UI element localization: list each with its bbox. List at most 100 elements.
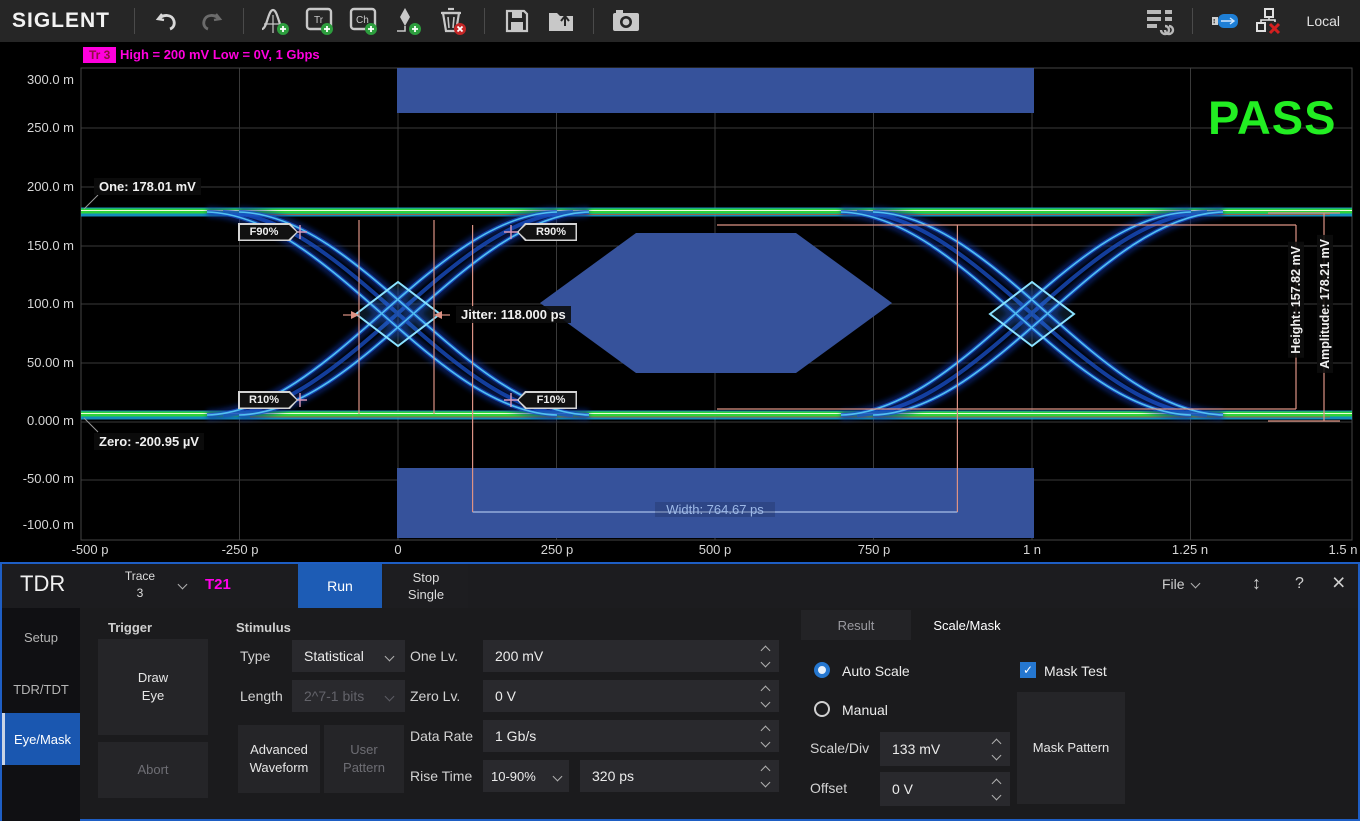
- trace-selector[interactable]: Trace 3: [114, 568, 166, 602]
- tab-scale-mask[interactable]: Scale/Mask: [911, 610, 1023, 640]
- chevron-down-icon[interactable]: [178, 580, 188, 590]
- run-button[interactable]: Run: [298, 564, 382, 608]
- add-marker-icon[interactable]: [386, 3, 430, 39]
- manual-label[interactable]: Manual: [842, 702, 888, 718]
- svg-text:Tr: Tr: [314, 15, 324, 26]
- local-status[interactable]: Local: [1307, 13, 1340, 29]
- trace-name[interactable]: T21: [205, 576, 231, 593]
- eye-diagram-plot[interactable]: Tr 3 High = 200 mV Low = 0V, 1 Gbps PASS…: [0, 42, 1360, 562]
- scale-div-label: Scale/Div: [810, 740, 869, 756]
- single-label: Single: [408, 586, 444, 603]
- trigger-header: Trigger: [108, 620, 152, 635]
- user-pattern-button[interactable]: User Pattern: [324, 725, 404, 793]
- toolbar-separator: [243, 8, 244, 34]
- pass-indicator: PASS: [1208, 90, 1337, 145]
- resize-panel-icon[interactable]: ↕: [1252, 573, 1261, 594]
- help-icon[interactable]: ?: [1295, 575, 1304, 593]
- one-lv-label: One Lv.: [410, 648, 458, 664]
- redo-icon[interactable]: [189, 3, 233, 39]
- spinner-control[interactable]: [762, 727, 769, 746]
- lan-disconnected-icon[interactable]: [1247, 3, 1291, 39]
- stop-label: Stop: [413, 569, 440, 586]
- usb-icon[interactable]: [1203, 3, 1247, 39]
- toolbar-separator: [593, 8, 594, 34]
- zero-level-annotation: Zero: -200.95 µV: [94, 433, 204, 450]
- x-tick: -250 p: [222, 542, 259, 557]
- advanced-waveform-button[interactable]: Advanced Waveform: [238, 725, 320, 793]
- tab-result[interactable]: Result: [801, 610, 911, 640]
- data-rate-input[interactable]: 1 Gb/s: [483, 720, 779, 752]
- chevron-down-icon: [385, 651, 395, 661]
- x-tick: 250 p: [541, 542, 574, 557]
- data-rate-label: Data Rate: [410, 728, 473, 744]
- tdr-titlebar: TDR Trace 3 T21 Run Stop Single File ↕ ?…: [2, 564, 1358, 608]
- spinner-control[interactable]: [762, 647, 769, 666]
- trace-badge[interactable]: Tr 3: [83, 47, 116, 63]
- y-tick: 50.00 m: [4, 355, 74, 370]
- y-tick: 300.0 m: [4, 72, 74, 87]
- mask-test-label[interactable]: Mask Test: [1044, 663, 1107, 679]
- trace-selector-label: Trace: [114, 568, 166, 585]
- tab-eye-mask[interactable]: Eye/Mask: [2, 713, 80, 765]
- spinner-control[interactable]: [762, 687, 769, 706]
- marker-r10: R10%: [238, 391, 298, 409]
- trace-info: High = 200 mV Low = 0V, 1 Gbps: [120, 47, 320, 62]
- app-window: SIGLENT Tr Ch: [0, 0, 1360, 821]
- rise-time-range-dropdown[interactable]: 10-90%: [483, 760, 569, 792]
- length-label: Length: [240, 688, 283, 704]
- jitter-annotation: Jitter: 118.000 ps: [456, 306, 571, 323]
- y-tick: 250.0 m: [4, 120, 74, 135]
- y-tick: 100.0 m: [4, 296, 74, 311]
- stop-single-button[interactable]: Stop Single: [384, 564, 468, 608]
- one-lv-input[interactable]: 200 mV: [483, 640, 779, 672]
- file-menu[interactable]: File: [1162, 576, 1199, 592]
- zero-lv-label: Zero Lv.: [410, 688, 460, 704]
- x-tick: 1.25 n: [1172, 542, 1208, 557]
- x-tick: 750 p: [858, 542, 891, 557]
- eye-diagram-canvas: [0, 42, 1360, 562]
- mask-pattern-button[interactable]: Mask Pattern: [1017, 692, 1125, 804]
- y-tick: -50.00 m: [4, 471, 74, 486]
- trace-selector-number: 3: [114, 585, 166, 602]
- recall-icon[interactable]: [539, 3, 583, 39]
- type-label: Type: [240, 648, 270, 664]
- zero-lv-input[interactable]: 0 V: [483, 680, 779, 712]
- close-icon[interactable]: ×: [1332, 569, 1345, 596]
- screenshot-icon[interactable]: [604, 3, 648, 39]
- mask-test-checkbox[interactable]: ✓: [1020, 662, 1036, 678]
- undo-icon[interactable]: [145, 3, 189, 39]
- save-icon[interactable]: [495, 3, 539, 39]
- tab-setup[interactable]: Setup: [2, 614, 80, 661]
- length-dropdown[interactable]: 2^7-1 bits: [292, 680, 405, 712]
- siglent-logo: SIGLENT: [12, 9, 110, 33]
- add-waveform-icon[interactable]: [254, 3, 298, 39]
- marker-f90: F90%: [238, 223, 298, 241]
- mask-top: [397, 68, 1034, 113]
- toolbar-separator: [134, 8, 135, 34]
- x-tick: 0: [394, 542, 401, 557]
- add-channel-icon[interactable]: Ch: [342, 3, 386, 39]
- abort-button[interactable]: Abort: [98, 742, 208, 798]
- type-dropdown[interactable]: Statistical: [292, 640, 405, 672]
- tab-tdr-tdt[interactable]: TDR/TDT: [2, 666, 80, 713]
- spinner-control[interactable]: [993, 780, 1000, 799]
- display-layout-icon[interactable]: [1138, 3, 1182, 39]
- manual-radio[interactable]: [814, 701, 830, 717]
- mask-center-hexagon: [540, 233, 892, 373]
- one-level-annotation: One: 178.01 mV: [94, 178, 201, 195]
- delete-icon[interactable]: [430, 3, 474, 39]
- y-tick: 0.000 m: [4, 413, 74, 428]
- offset-input[interactable]: 0 V: [880, 772, 1010, 806]
- panel-sidebar: Setup TDR/TDT Eye/Mask: [2, 608, 80, 821]
- rise-time-input[interactable]: 320 ps: [580, 760, 779, 792]
- spinner-control[interactable]: [762, 767, 769, 786]
- auto-scale-label[interactable]: Auto Scale: [842, 663, 910, 679]
- add-trace-icon[interactable]: Tr: [298, 3, 342, 39]
- marker-r90: R90%: [517, 223, 577, 241]
- draw-eye-button[interactable]: Draw Eye: [98, 639, 208, 735]
- auto-scale-radio[interactable]: [814, 662, 830, 678]
- marker-f10: F10%: [517, 391, 577, 409]
- scale-div-input[interactable]: 133 mV: [880, 732, 1010, 766]
- spinner-control[interactable]: [993, 740, 1000, 759]
- tdr-panel: TDR Trace 3 T21 Run Stop Single File ↕ ?…: [0, 562, 1360, 821]
